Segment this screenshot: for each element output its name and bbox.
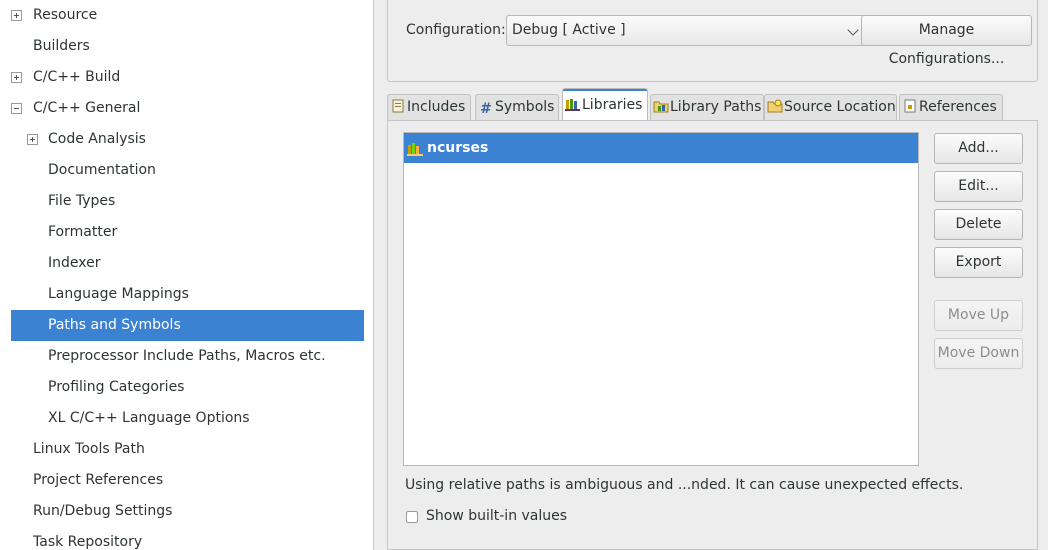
libraries-tab-content: ncurses Add... Edit... Delete Export Mov… — [387, 120, 1038, 550]
tree-item-code-analysis[interactable]: Code Analysis — [11, 124, 364, 155]
tab-libraries[interactable]: Libraries — [562, 88, 648, 121]
library-name: ncurses — [427, 140, 489, 156]
properties-tree[interactable]: Resource Builders C/C++ Build C/C++ Gene… — [0, 0, 374, 550]
tab-label: Source Location — [784, 99, 896, 115]
tab-label: Libraries — [582, 97, 643, 113]
tree-item-cpp-general[interactable]: C/C++ General — [11, 93, 364, 124]
delete-button[interactable]: Delete — [934, 209, 1023, 240]
tab-label: Includes — [407, 99, 466, 115]
tab-library-paths[interactable]: Library Paths — [650, 94, 764, 121]
configuration-select[interactable]: Debug [ Active ] — [506, 15, 867, 46]
tab-label: Library Paths — [670, 99, 762, 115]
tree-item-preprocessor[interactable]: Preprocessor Include Paths, Macros etc. — [11, 341, 364, 372]
move-down-button[interactable]: Move Down — [934, 338, 1023, 369]
show-builtin-label: Show built-in values — [426, 508, 568, 524]
tab-references[interactable]: References — [899, 94, 1003, 121]
includes-icon — [392, 99, 404, 113]
libraries-list[interactable]: ncurses — [403, 132, 919, 466]
library-path-icon — [653, 101, 669, 113]
tree-item-builders[interactable]: Builders — [11, 31, 364, 62]
tree-item-label: File Types — [48, 193, 116, 209]
tree-item-label: C/C++ General — [33, 100, 141, 116]
tree-item-label: Resource — [33, 7, 98, 23]
tree-item-formatter[interactable]: Formatter — [11, 217, 364, 248]
tree-item-label: Run/Debug Settings — [33, 503, 173, 519]
hash-icon: # — [480, 101, 492, 117]
tree-item-run-debug-settings[interactable]: Run/Debug Settings — [11, 496, 364, 527]
configuration-value: Debug [ Active ] — [512, 22, 626, 38]
tree-item-indexer[interactable]: Indexer — [11, 248, 364, 279]
tree-item-label: Linux Tools Path — [33, 441, 145, 457]
tab-symbols[interactable]: # Symbols — [475, 94, 559, 121]
library-icon — [407, 143, 423, 156]
tab-source-location[interactable]: Source Location — [764, 94, 897, 121]
tree-item-label: C/C++ Build — [33, 69, 121, 85]
move-up-button[interactable]: Move Up — [934, 300, 1023, 331]
references-icon — [904, 99, 916, 113]
tree-item-label: Paths and Symbols — [48, 317, 181, 333]
library-icon — [565, 99, 580, 111]
tab-includes[interactable]: Includes — [387, 94, 471, 121]
paths-and-symbols-page: Configuration: Debug [ Active ] Manage C… — [375, 0, 1048, 550]
show-builtin-checkbox[interactable] — [406, 511, 418, 523]
tree-item-project-references[interactable]: Project References — [11, 465, 364, 496]
tree-item-linux-tools-path[interactable]: Linux Tools Path — [11, 434, 364, 465]
configuration-label: Configuration: — [406, 22, 506, 38]
configuration-group: Configuration: Debug [ Active ] Manage C… — [387, 0, 1038, 82]
expand-plus-icon[interactable] — [11, 72, 22, 83]
folder-icon — [767, 99, 783, 113]
tab-label: References — [919, 99, 997, 115]
tree-item-cpp-build[interactable]: C/C++ Build — [11, 62, 364, 93]
tree-item-label: Code Analysis — [48, 131, 146, 147]
tree-item-xl-language-options[interactable]: XL C/C++ Language Options — [11, 403, 364, 434]
tree-item-profiling-categories[interactable]: Profiling Categories — [11, 372, 364, 403]
tree-item-resource[interactable]: Resource — [11, 0, 364, 31]
chevron-down-icon — [847, 24, 859, 36]
list-item[interactable]: ncurses — [404, 133, 918, 163]
relative-paths-warning: Using relative paths is ambiguous and ..… — [405, 477, 964, 493]
expand-plus-icon[interactable] — [27, 134, 38, 145]
tree-item-label: Formatter — [48, 224, 118, 240]
tree-item-documentation[interactable]: Documentation — [11, 155, 364, 186]
add-button[interactable]: Add... — [934, 133, 1023, 164]
tree-item-label: Project References — [33, 472, 164, 488]
tree-item-label: Profiling Categories — [48, 379, 185, 395]
tree-item-file-types[interactable]: File Types — [11, 186, 364, 217]
tree-item-label: Indexer — [48, 255, 101, 271]
expand-plus-icon[interactable] — [11, 10, 22, 21]
tree-item-language-mappings[interactable]: Language Mappings — [11, 279, 364, 310]
tree-item-label: Documentation — [48, 162, 156, 178]
export-button[interactable]: Export — [934, 247, 1023, 278]
tree-item-paths-and-symbols[interactable]: Paths and Symbols — [11, 310, 364, 341]
tree-item-label: XL C/C++ Language Options — [48, 410, 250, 426]
tree-item-task-repository[interactable]: Task Repository — [11, 527, 364, 550]
tab-label: Symbols — [495, 99, 555, 115]
tree-item-label: Task Repository — [33, 534, 143, 550]
tree-item-label: Language Mappings — [48, 286, 189, 302]
tree-item-label: Preprocessor Include Paths, Macros etc. — [48, 348, 326, 364]
edit-button[interactable]: Edit... — [934, 171, 1023, 202]
manage-configurations-button[interactable]: Manage Configurations... — [861, 15, 1032, 67]
collapse-minus-icon[interactable] — [11, 103, 22, 114]
tree-item-label: Builders — [33, 38, 90, 54]
